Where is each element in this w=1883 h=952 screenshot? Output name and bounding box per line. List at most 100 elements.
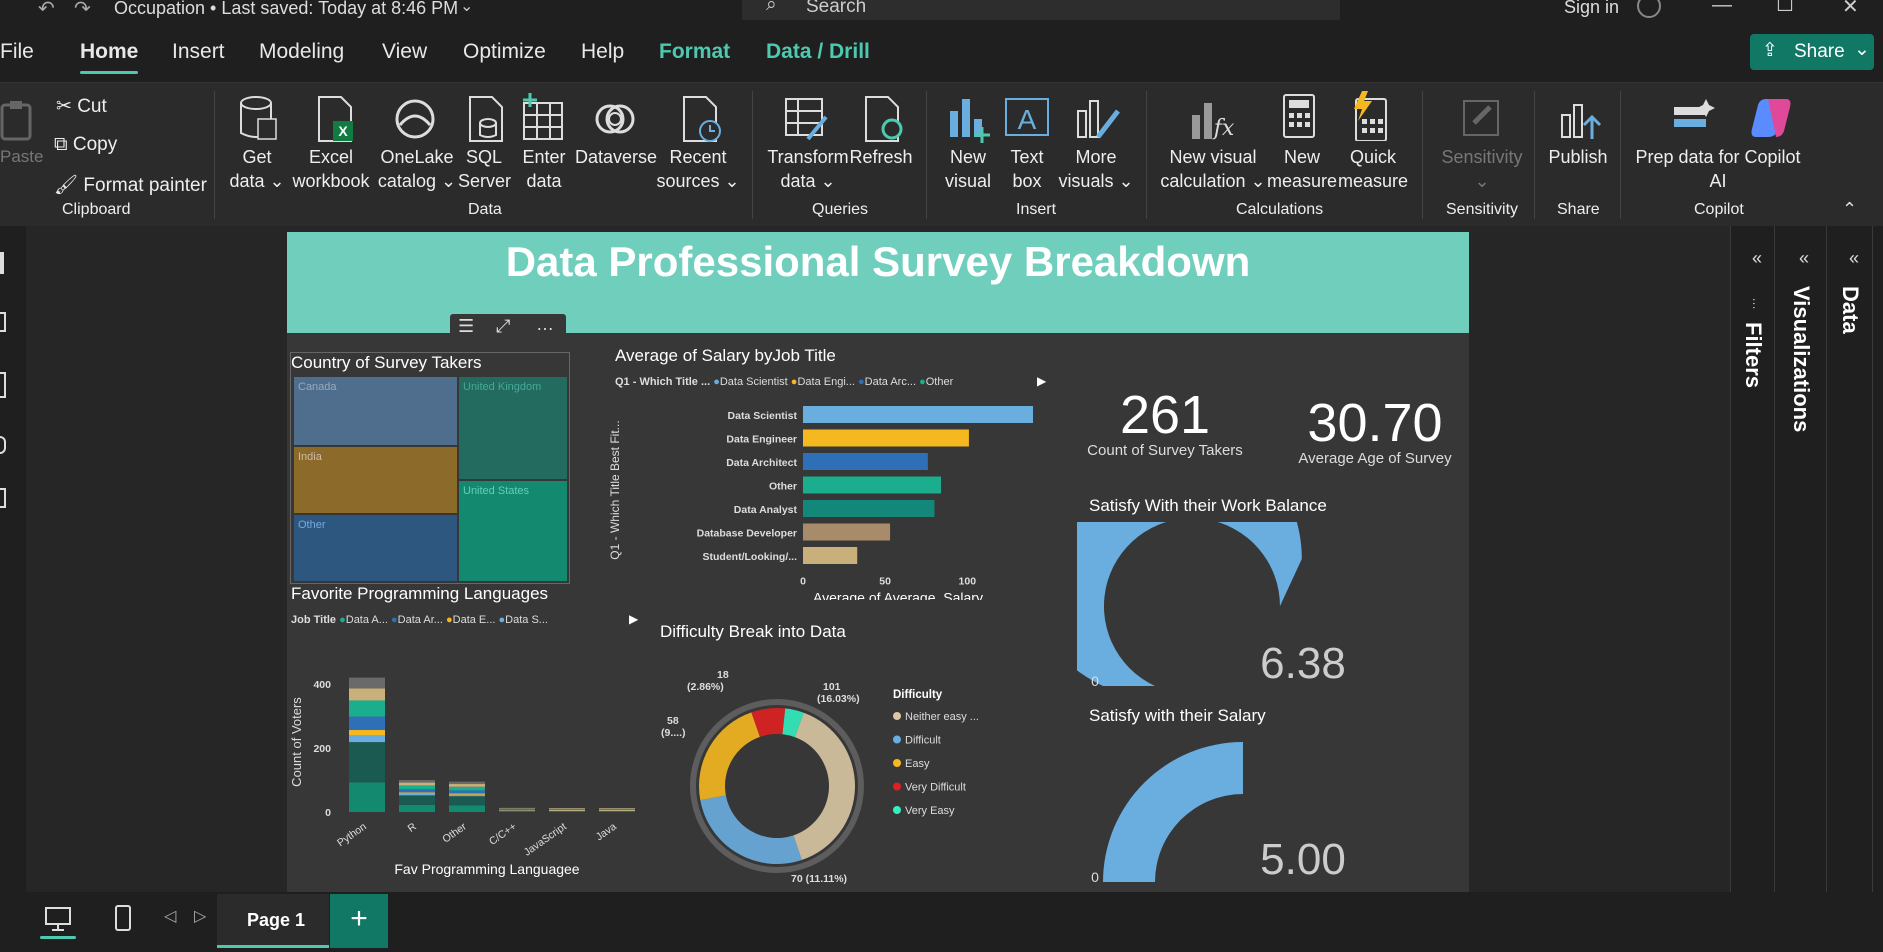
tab-file[interactable]: File [0,40,34,64]
text-box-button[interactable]: Text box [1002,145,1052,193]
chevron-down-icon[interactable]: ⌄ [460,0,473,16]
salary-category-label: Database Developer [697,528,797,540]
salary-satisfaction-gauge[interactable]: 5.00010 [1077,732,1457,888]
page-tab-page-1[interactable]: Page 1 [217,894,329,948]
active-tab-indicator [80,71,138,74]
svg-text:X: X [338,123,348,139]
paste-icon[interactable] [0,99,40,141]
lang-bar-segment [549,809,585,810]
dax-query-icon[interactable] [0,436,6,454]
cut-button[interactable]: ✂ Cut [56,95,107,118]
more-options-icon[interactable]: … [536,314,554,335]
lang-bar-segment [549,809,585,810]
age-card[interactable]: 30.70 Average Age of Survey [1289,392,1461,476]
difficulty-donut-chart[interactable]: 101(16.03%) 18(2.86%) 58(9....) 70 (11.11%)… [657,668,1067,888]
lang-ylabel: Count of Voters [289,697,304,787]
new-measure-button[interactable]: New measure [1266,145,1338,193]
refresh-icon [865,96,903,142]
salary-category-label: Data Engineer [726,434,797,446]
language-stacked-chart[interactable]: Count of Voters0200400Python R Other C/C++ J… [287,652,647,884]
data-pane-tab[interactable]: Data [1837,286,1863,334]
lang-bar-segment [499,811,535,812]
publish-button[interactable]: Publish [1542,145,1614,169]
gauge-arc [1103,742,1243,882]
tab-view[interactable]: View [382,40,427,64]
get-data-button[interactable]: Get data ⌄ [226,145,288,193]
avatar[interactable] [1637,0,1661,18]
collapse-ribbon-icon[interactable]: ⌃ [1842,199,1857,220]
add-page-button[interactable]: + [330,894,388,948]
share-button[interactable]: ⇪ Share ⌄ [1750,34,1874,70]
sensitivity-button[interactable]: Sensitivity ⌄ [1434,145,1530,193]
treemap-tile-canada[interactable]: Canada [294,377,457,445]
treemap-tile-united-kingdom[interactable]: United Kingdom [459,377,567,479]
lang-bar-segment [399,795,435,805]
next-page-icon[interactable]: ▷ [194,906,206,926]
onelake-catalog-button[interactable]: OneLake catalog ⌄ [372,145,462,193]
mobile-view-icon[interactable] [114,904,132,932]
lang-bar-segment [599,809,635,810]
redo-icon[interactable]: ↷ [74,0,91,21]
prev-page-icon[interactable]: ◁ [164,906,176,926]
file-title: Occupation • Last saved: Today at 8:46 P… [114,0,459,18]
maximize-icon[interactable]: ☐ [1776,0,1794,17]
visualizations-pane-tab[interactable]: Visualizations [1788,286,1814,432]
lang-category-label: JavaScript [522,821,569,859]
tab-optimize[interactable]: Optimize [463,40,546,64]
salary-bar-chart[interactable]: Q1 - Which Title Best Fit... Data Scienti… [607,400,1047,600]
legend-next-icon[interactable]: ▶ [1037,374,1046,388]
back-icon[interactable]: ↶ [38,0,55,21]
report-view-icon[interactable] [0,252,4,274]
treemap-tile-united-states[interactable]: United States [459,481,567,581]
lang-bar-segment [449,781,485,785]
sign-in-link[interactable]: Sign in [1564,0,1619,18]
new-visual-calculation-button[interactable]: New visual calculation ⌄ [1158,145,1268,193]
dataverse-button[interactable]: Dataverse [574,145,658,169]
tab-format[interactable]: Format [659,40,730,64]
copy-button[interactable]: ⧉ Copy [54,134,117,156]
tab-help[interactable]: Help [581,40,624,64]
model-view-icon[interactable] [0,372,6,398]
work-balance-gauge[interactable]: 6.38010 [1077,522,1457,694]
table-view-icon[interactable] [0,312,6,332]
gauge-min-label: 0 [1091,673,1099,689]
filters-pane-tab[interactable]: Filters [1740,322,1766,388]
prep-data-for-copilot-button[interactable]: Prep data for Copilot AI [1626,145,1810,193]
legend-next-icon[interactable]: ▶ [629,612,638,626]
excel-workbook-button[interactable]: Excel workbook [290,145,372,193]
enter-data-button[interactable]: Enter data [516,145,572,193]
desktop-view-icon[interactable] [44,906,72,932]
sql-server-button[interactable]: SQL Server [458,145,511,193]
expand-filters-icon[interactable]: « [1752,248,1762,269]
lang-bar-segment [549,811,585,812]
filter-icon[interactable]: ☰ [458,316,474,337]
onelake-icon [395,99,435,139]
expand-data-icon[interactable]: « [1849,248,1859,269]
copilot-icon[interactable] [1748,95,1794,139]
format-painter-button[interactable]: 🖌 Format painter [54,173,207,197]
share-icon: ⇪ [1762,40,1778,61]
more-visuals-button[interactable]: More visuals ⌄ [1058,145,1134,193]
tmdl-view-icon[interactable] [0,488,6,508]
treemap-tile-india[interactable]: India [294,447,457,513]
tab-home[interactable]: Home [80,40,138,64]
tab-insert[interactable]: Insert [172,40,225,64]
transform-data-button[interactable]: Transform data ⌄ [766,145,850,193]
expand-visualizations-icon[interactable]: « [1799,248,1809,269]
minimize-icon[interactable]: — [1712,0,1732,17]
paste-button[interactable]: Paste [0,147,43,167]
recent-sources-button[interactable]: Recent sources ⌄ [656,145,740,193]
search-input[interactable]: ⌕ Search [742,0,1340,20]
tab-data-drill[interactable]: Data / Drill [766,40,870,64]
refresh-button[interactable]: Refresh [846,145,916,169]
new-visual-button[interactable]: New visual [940,145,996,193]
tab-modeling[interactable]: Modeling [259,40,344,64]
quick-measure-button[interactable]: Quick measure [1336,145,1410,193]
focus-mode-icon[interactable]: ⤢ [496,316,510,337]
sql-server-icon [469,96,503,142]
report-page: Data Professional Survey Breakdown ☰ ⤢ …… [287,232,1469,892]
count-card[interactable]: 261 Count of Survey Takers [1080,384,1250,468]
treemap-tile-other[interactable]: Other [294,515,457,581]
close-icon[interactable]: ✕ [1842,0,1859,19]
treemap-visual[interactable]: Country of Survey Takers Canada United K… [290,352,570,584]
